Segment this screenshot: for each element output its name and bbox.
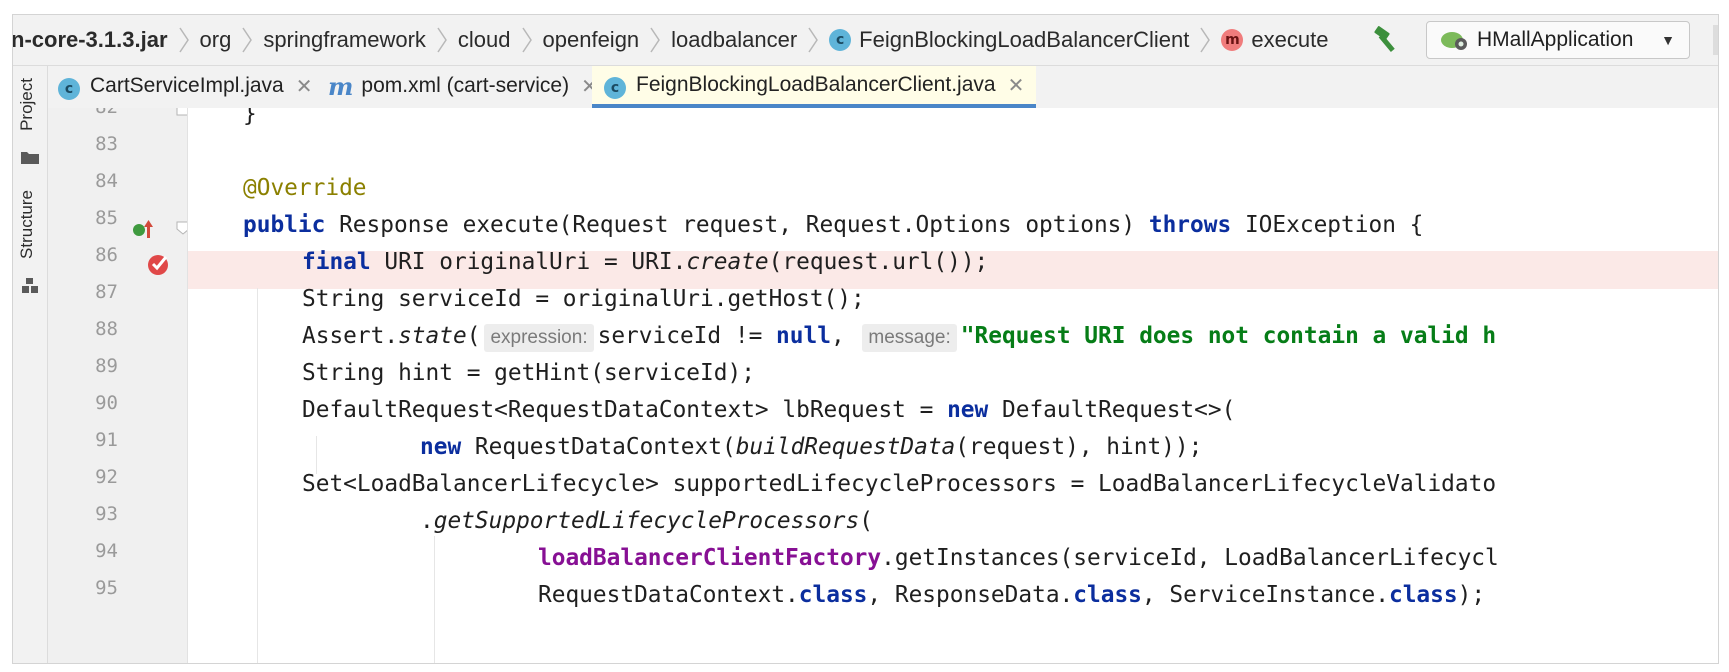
line-number: 86 [95, 244, 118, 266]
code-line-93: .getSupportedLifecycleProcessors( [420, 508, 873, 534]
parameter-hint: message: [862, 324, 957, 352]
breadcrumb-item-class[interactable]: c FeignBlockingLoadBalancerClient [823, 27, 1195, 53]
breadcrumb-item-springframework[interactable]: springframework [257, 27, 432, 53]
chevron-down-icon: ▼ [1661, 32, 1675, 48]
code-line-88: Assert.state(expression: serviceId != nul… [302, 318, 1496, 355]
code-line-87: String serviceId = originalUri.getHost()… [302, 286, 865, 312]
line-number: 83 [95, 133, 118, 155]
ide-window: n-core-3.1.3.jar org springframework clo… [12, 14, 1719, 664]
editor-tab-bar: c CartServiceImpl.java ✕ m pom.xml (cart… [48, 66, 1718, 109]
close-icon[interactable]: ✕ [296, 74, 313, 99]
code-line-94: loadBalancerClientFactory.getInstances(s… [538, 545, 1499, 571]
fold-marker-icon[interactable] [176, 108, 188, 116]
line-number: 93 [95, 503, 118, 525]
chevron-right-icon [1199, 25, 1211, 55]
chevron-right-icon [241, 25, 253, 55]
structure-tool-button[interactable]: Structure [17, 190, 37, 259]
line-number: 95 [95, 577, 118, 599]
line-number: 92 [95, 466, 118, 488]
tab-cartserviceimpl[interactable]: c CartServiceImpl.java ✕ [58, 66, 313, 106]
breadcrumb-item-org[interactable]: org [194, 27, 238, 53]
overrides-method-icon[interactable] [132, 218, 158, 242]
tab-label: FeignBlockingLoadBalancerClient.java [636, 73, 996, 96]
code-line-91: new RequestDataContext(buildRequestData(… [420, 434, 1203, 460]
line-number: 85 [95, 207, 118, 229]
line-number: 89 [95, 355, 118, 377]
tool-window-strip: Project Structure [13, 66, 48, 663]
editor-gutter: 82 83 84 85 86 87 88 89 90 91 92 93 94 9… [48, 108, 188, 663]
build-hammer-icon[interactable] [1371, 25, 1405, 55]
structure-icon [22, 278, 38, 293]
chevron-right-icon [436, 25, 448, 55]
line-number: 87 [95, 281, 118, 303]
indent-guide [434, 536, 435, 663]
chevron-right-icon [649, 25, 661, 55]
breadcrumb-item-openfeign[interactable]: openfeign [537, 27, 646, 53]
line-number: 91 [95, 429, 118, 451]
line-number: 90 [95, 392, 118, 414]
tab-feignblockingloadbalancerclient[interactable]: c FeignBlockingLoadBalancerClient.java ✕ [592, 66, 1037, 108]
breakpoint-icon[interactable] [146, 251, 174, 277]
code-line-95: RequestDataContext.class, ResponseData.c… [538, 582, 1486, 608]
class-icon: c [604, 74, 626, 99]
spring-boot-icon [1441, 32, 1467, 50]
code-line-84: @Override [243, 175, 367, 201]
code-line-82: } [243, 108, 257, 127]
chevron-right-icon [521, 25, 533, 55]
run-configuration-dropdown[interactable]: HMallApplication ▼ [1426, 21, 1690, 59]
chevron-right-icon [178, 25, 190, 55]
code-line-92: Set<LoadBalancerLifecycle> supportedLife… [302, 471, 1497, 497]
maven-icon: m [328, 71, 354, 101]
code-editor[interactable]: } @Override public Response execute(Requ… [188, 108, 1718, 663]
breadcrumb-item-jar[interactable]: n-core-3.1.3.jar [13, 27, 174, 53]
navigation-bar: n-core-3.1.3.jar org springframework clo… [13, 15, 1718, 66]
project-tool-button[interactable]: Project [17, 78, 37, 131]
parameter-hint: expression: [484, 324, 594, 352]
code-line-89: String hint = getHint(serviceId); [302, 360, 755, 386]
breadcrumb-item-cloud[interactable]: cloud [452, 27, 517, 53]
class-icon: c [58, 75, 80, 100]
line-number: 88 [95, 318, 118, 340]
code-line-86: final URI originalUri = URI.create(reque… [302, 249, 989, 275]
class-icon: c [829, 29, 852, 51]
line-number: 82 [48, 108, 118, 118]
tab-pom-xml[interactable]: m pom.xml (cart-service) ✕ [328, 66, 598, 106]
code-line-85: public Response execute(Request request,… [243, 212, 1424, 238]
breadcrumb-class-label: FeignBlockingLoadBalancerClient [859, 27, 1190, 52]
breadcrumb-item-method[interactable]: m execute [1215, 27, 1334, 53]
toolbar-edge [1713, 25, 1718, 55]
fold-marker-icon[interactable] [176, 221, 188, 235]
chevron-right-icon [807, 25, 819, 55]
method-icon: m [1221, 29, 1244, 51]
run-configuration-label: HMallApplication [1477, 28, 1634, 51]
breadcrumb: n-core-3.1.3.jar org springframework clo… [13, 15, 1334, 65]
line-number: 94 [95, 540, 118, 562]
indent-guide [257, 288, 258, 663]
code-line-90: DefaultRequest<RequestDataContext> lbReq… [302, 397, 1236, 423]
breadcrumb-method-label: execute [1251, 27, 1329, 52]
tab-label: pom.xml (cart-service) [361, 74, 570, 97]
tab-label: CartServiceImpl.java [90, 74, 284, 97]
folder-icon [21, 152, 39, 164]
breadcrumb-item-loadbalancer[interactable]: loadbalancer [665, 27, 803, 53]
close-icon[interactable]: ✕ [1008, 73, 1025, 98]
line-number: 84 [95, 170, 118, 192]
